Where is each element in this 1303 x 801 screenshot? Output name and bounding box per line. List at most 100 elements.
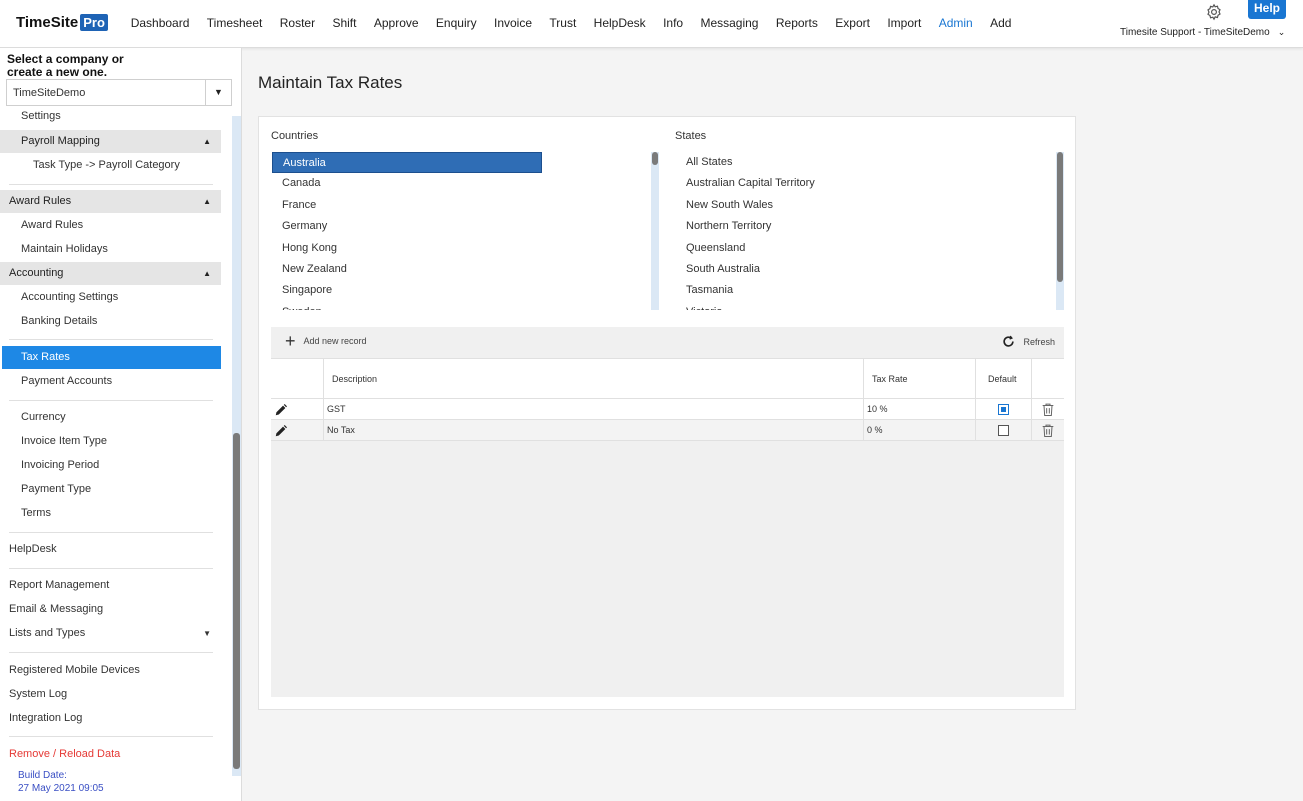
states-scrollbar-thumb[interactable] [1057, 152, 1063, 282]
add-record-button[interactable]: + Add new record [285, 332, 367, 350]
trash-icon[interactable] [1040, 422, 1056, 439]
country-list-item[interactable]: France [272, 195, 650, 216]
sidebar-item-maintain-holidays[interactable]: Maintain Holidays [0, 238, 221, 261]
nav-approve[interactable]: Approve [365, 16, 427, 30]
sidebar-section-label: Lists and Types [9, 627, 86, 639]
sidebar-item-banking-details[interactable]: Banking Details [0, 310, 221, 333]
state-list-item[interactable]: Tasmania [676, 280, 1054, 301]
state-list-item[interactable]: Queensland [676, 238, 1054, 259]
state-list-item[interactable]: Australian Capital Territory [676, 173, 1054, 194]
sidebar-item-system-log[interactable]: System Log [0, 683, 221, 706]
state-list-item[interactable]: Victoria [676, 302, 1054, 310]
nav-info[interactable]: Info [654, 16, 691, 30]
state-list-item[interactable]: South Australia [676, 259, 1054, 280]
states-scrollbar[interactable] [1056, 152, 1064, 310]
brand-logo[interactable]: TimeSite Pro [16, 14, 108, 31]
table-row: No Tax 0 % [271, 420, 1064, 441]
countries-label: Countries [271, 130, 319, 142]
sidebar-item-task-type[interactable]: Task Type -> Payroll Category [0, 154, 221, 177]
country-list-item[interactable]: Singapore [272, 280, 650, 301]
states-label: States [675, 130, 707, 142]
sidebar-item-helpdesk[interactable]: HelpDesk [0, 538, 221, 561]
user-menu[interactable]: Timesite Support - TimeSiteDemo ⌄ [1120, 27, 1285, 38]
sidebar-item-payment-type[interactable]: Payment Type [0, 478, 221, 501]
country-list-item[interactable]: Germany [272, 216, 650, 237]
refresh-button[interactable]: Refresh [1001, 334, 1055, 349]
company-select[interactable]: TimeSiteDemo ▼ [6, 79, 232, 106]
grid-header: Description Tax Rate Default [271, 358, 1064, 400]
help-button[interactable]: Help [1248, 0, 1286, 19]
nav-admin[interactable]: Admin [930, 16, 981, 30]
col-delete [1031, 359, 1064, 400]
gear-icon[interactable] [1205, 3, 1223, 21]
sidebar-item-award-rules[interactable]: Award Rules [0, 214, 221, 237]
trash-icon[interactable] [1040, 401, 1056, 418]
sidebar-item-payment-accounts[interactable]: Payment Accounts [0, 370, 221, 393]
col-tax-rate[interactable]: Tax Rate [863, 359, 975, 400]
default-checkbox[interactable] [998, 404, 1009, 415]
sidebar-item-email-messaging[interactable]: Email & Messaging [0, 598, 221, 621]
triangle-down-icon[interactable]: ▼ [205, 80, 231, 105]
sidebar-section-lists-and-types[interactable]: Lists and Types ▼ [0, 622, 221, 645]
country-list-item[interactable]: New Zealand [272, 259, 650, 280]
states-list[interactable]: All States Australian Capital Territory Ne… [676, 152, 1054, 310]
nav-trust[interactable]: Trust [541, 16, 585, 30]
sidebar-item-invoicing-period[interactable]: Invoicing Period [0, 454, 221, 477]
nav-messaging[interactable]: Messaging [692, 16, 767, 30]
sidebar-section-award-rules[interactable]: Award Rules ▲ [0, 190, 221, 213]
sidebar-item-currency[interactable]: Currency [0, 406, 221, 429]
sidebar-item-integration-log[interactable]: Integration Log [0, 707, 221, 730]
sidebar-section-payroll-mapping[interactable]: Payroll Mapping ▲ [0, 130, 221, 153]
nav-invoice[interactable]: Invoice [485, 16, 540, 30]
brand-badge: Pro [80, 14, 108, 31]
country-list-item[interactable]: Sweden [272, 302, 650, 310]
sidebar-item-registered-mobile-devices[interactable]: Registered Mobile Devices [0, 659, 221, 682]
company-prompt: Select a company or create a new one. [7, 53, 124, 79]
country-list-item[interactable]: Australia [272, 152, 542, 174]
sidebar-item-accounting-settings[interactable]: Accounting Settings [0, 286, 221, 309]
nav-roster[interactable]: Roster [271, 16, 324, 30]
country-list-item[interactable]: Canada [272, 173, 650, 194]
state-list-item[interactable]: All States [676, 152, 1054, 173]
nav-dashboard[interactable]: Dashboard [122, 16, 198, 30]
countries-list[interactable]: Australia Canada France Germany Hong Kong New… [272, 152, 650, 310]
tax-rates-panel: Countries Australia Canada France Germany Ho… [258, 116, 1076, 710]
table-row: GST 10 % [271, 399, 1064, 420]
company-select-value: TimeSiteDemo [13, 87, 86, 99]
sidebar-scrollbar-thumb[interactable] [233, 433, 240, 769]
sidebar-divider [9, 736, 213, 737]
nav-timesheet[interactable]: Timesheet [198, 16, 271, 30]
sidebar-item-report-management[interactable]: Report Management [0, 574, 221, 597]
sidebar-divider [9, 400, 213, 401]
cell-description: No Tax [323, 420, 863, 441]
nav-add[interactable]: Add [981, 16, 1020, 30]
country-list-item[interactable]: Hong Kong [272, 238, 650, 259]
pencil-icon[interactable] [274, 424, 288, 438]
state-list-item[interactable]: New South Wales [676, 195, 1054, 216]
sidebar-item-invoice-item-type[interactable]: Invoice Item Type [0, 430, 221, 453]
col-description[interactable]: Description [323, 359, 863, 400]
cell-tax-rate: 0 % [863, 420, 975, 441]
nav-reports[interactable]: Reports [767, 16, 826, 30]
refresh-label: Refresh [1023, 336, 1055, 347]
col-default[interactable]: Default [975, 359, 1031, 400]
sidebar-item-tax-rates[interactable]: Tax Rates [2, 346, 221, 369]
state-list-item[interactable]: Northern Territory [676, 216, 1054, 237]
sidebar-item-settings[interactable]: Settings [0, 106, 221, 122]
default-checkbox[interactable] [998, 425, 1009, 436]
triangle-down-icon: ▼ [203, 629, 211, 638]
nav-helpdesk[interactable]: HelpDesk [585, 16, 654, 30]
nav-export[interactable]: Export [827, 16, 879, 30]
cell-description: GST [323, 399, 863, 420]
pencil-icon[interactable] [274, 403, 288, 417]
sidebar-item-remove-reload-data[interactable]: Remove / Reload Data [0, 743, 221, 766]
countries-scrollbar-thumb[interactable] [652, 152, 658, 165]
countries-scrollbar[interactable] [651, 152, 659, 310]
nav-import[interactable]: Import [879, 16, 930, 30]
nav-enquiry[interactable]: Enquiry [427, 16, 485, 30]
refresh-icon [1003, 335, 1015, 347]
sidebar-section-accounting[interactable]: Accounting ▲ [0, 262, 221, 285]
sidebar-item-terms[interactable]: Terms [0, 502, 221, 525]
col-actions [271, 359, 323, 400]
nav-shift[interactable]: Shift [324, 16, 365, 30]
